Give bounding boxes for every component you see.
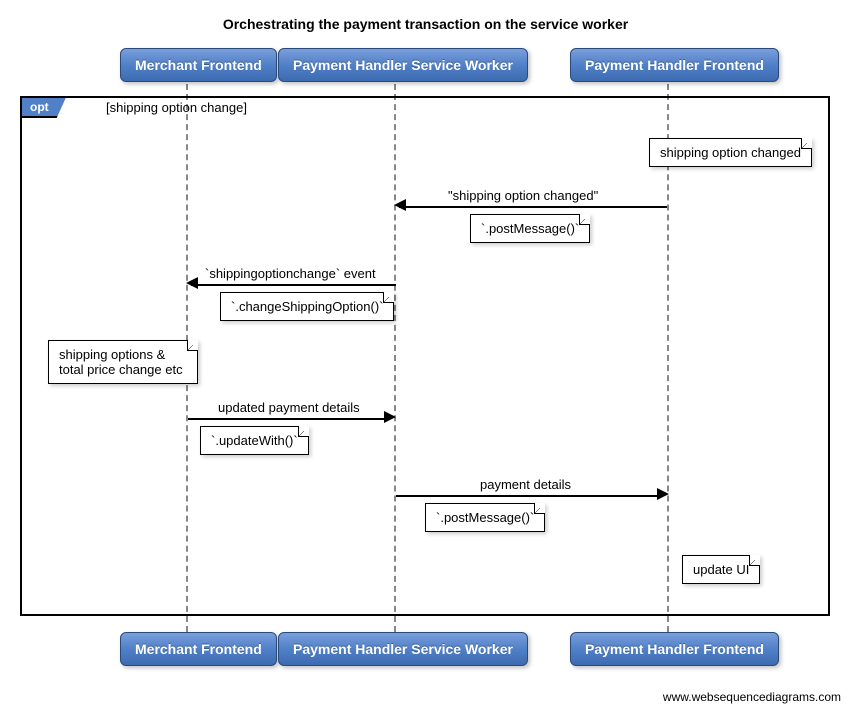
note-postmessage-1: `.postMessage()` [470,214,590,243]
participant-merchant-top: Merchant Frontend [120,48,277,82]
msg-shippingoptionchange-event: `shippingoptionchange` event [205,266,376,281]
participant-service-worker-top: Payment Handler Service Worker [278,48,528,82]
arrow-sw-to-merchant [191,284,396,286]
participant-handler-frontend-top: Payment Handler Frontend [570,48,779,82]
diagram-title: Orchestrating the payment transaction on… [0,0,851,32]
note-shipping-changed: shipping option changed [649,138,812,167]
note-text: `.changeShippingOption()` [231,299,383,314]
msg-shipping-option-changed: "shipping option changed" [448,188,598,203]
participant-handler-frontend-bottom: Payment Handler Frontend [570,632,779,666]
note-update-ui: update UI [682,555,760,584]
watermark: www.websequencediagrams.com [663,690,841,704]
opt-label: opt [20,96,67,118]
note-line1: shipping options & [59,347,165,362]
note-text: update UI [693,562,749,577]
arrow-phf-to-sw [399,206,667,208]
note-updatewith: `.updateWith()` [200,426,309,455]
arrow-sw-to-phf [396,495,661,497]
arrowhead-phf-to-sw [394,199,406,211]
participant-merchant-bottom: Merchant Frontend [120,632,277,666]
participant-service-worker-bottom: Payment Handler Service Worker [278,632,528,666]
note-text: shipping option changed [660,145,801,160]
msg-updated-payment-details: updated payment details [218,400,360,415]
arrowhead-merchant-to-sw [384,411,396,423]
arrowhead-sw-to-phf [657,488,669,500]
msg-payment-details: payment details [480,477,571,492]
note-postmessage-2: `.postMessage()` [425,503,545,532]
opt-condition: [shipping option change] [102,98,251,117]
note-options-price: shipping options & total price change et… [48,340,198,384]
arrow-merchant-to-sw [188,418,388,420]
note-text: `.postMessage()` [436,510,534,525]
note-text: `.postMessage()` [481,221,579,236]
arrowhead-sw-to-merchant [186,277,198,289]
note-text: `.updateWith()` [211,433,298,448]
note-line2: total price change etc [59,362,183,377]
note-changeshippingoption: `.changeShippingOption()` [220,292,394,321]
